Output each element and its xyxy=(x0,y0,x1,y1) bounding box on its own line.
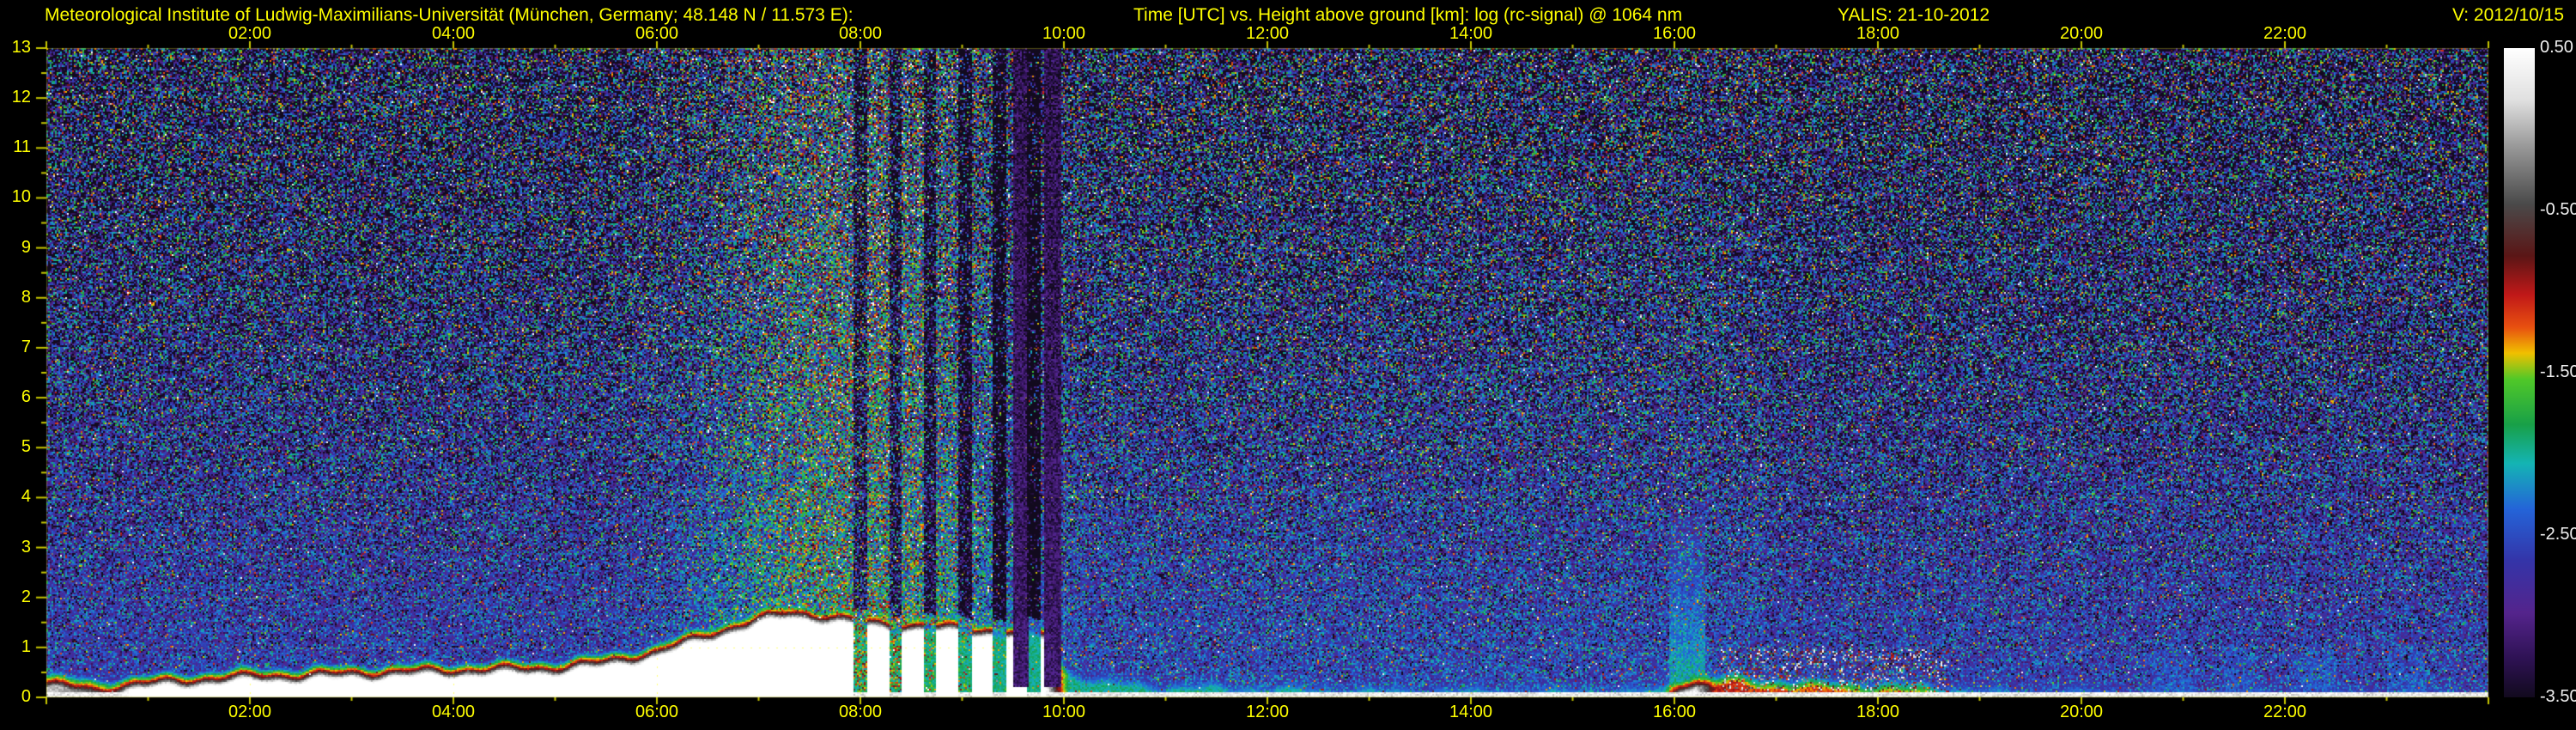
system-date-label: YALIS: 21-10-2012 xyxy=(1838,5,1990,26)
institute-header: Meteorological Institute of Ludwig-Maxim… xyxy=(45,5,854,26)
plot-title: Time [UTC] vs. Height above ground [km]:… xyxy=(1133,5,1682,26)
lidar-quicklook-page: { "page": { "background": "#000000", "ax… xyxy=(0,0,2576,730)
version-label: V: 2012/10/15 xyxy=(2452,5,2564,26)
colorbar xyxy=(2504,48,2535,697)
lidar-heatmap-canvas xyxy=(0,0,2576,730)
quicklook-stage: Meteorological Institute of Ludwig-Maxim… xyxy=(0,0,2576,730)
